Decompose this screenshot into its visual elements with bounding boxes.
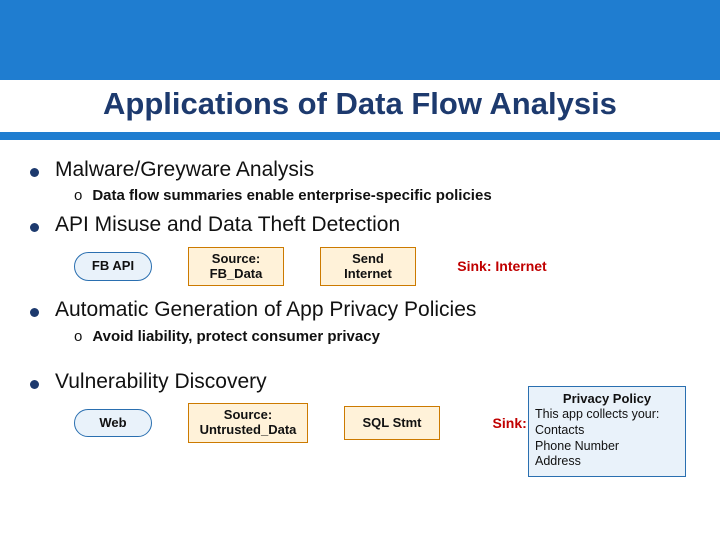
- flow-node-action: Send Internet: [320, 247, 416, 287]
- sub-text: Data flow summaries enable enterprise-sp…: [92, 187, 491, 204]
- flow-node-source: Source: FB_Data: [188, 247, 284, 287]
- sub-bullet-mark: o: [74, 187, 82, 205]
- slide-content: Malware/Greyware Analysis o Data flow su…: [0, 150, 720, 453]
- privacy-policy-line: This app collects your:: [535, 407, 679, 423]
- flow-diagram: FB API Source: FB_Data Send Internet Sin…: [74, 247, 690, 287]
- bullet-text: Vulnerability Discovery: [55, 368, 267, 395]
- privacy-policy-box: Privacy Policy This app collects your: C…: [528, 386, 686, 477]
- slide-title: Applications of Data Flow Analysis: [0, 80, 720, 132]
- bullet-item: Automatic Generation of App Privacy Poli…: [30, 296, 690, 323]
- sub-item: o Data flow summaries enable enterprise-…: [74, 187, 690, 205]
- privacy-policy-line: Address: [535, 454, 679, 470]
- bullet-dot: [30, 380, 39, 389]
- bullet-dot: [30, 223, 39, 232]
- sub-bullet-mark: o: [74, 328, 82, 346]
- privacy-policy-line: Contacts: [535, 423, 679, 439]
- sub-item: o Avoid liability, protect consumer priv…: [74, 328, 690, 346]
- bullet-text: Malware/Greyware Analysis: [55, 156, 314, 183]
- bullet-dot: [30, 168, 39, 177]
- flow-node-action: SQL Stmt: [344, 406, 440, 440]
- flow-node-source-label: FB API: [74, 252, 152, 281]
- bullet-dot: [30, 308, 39, 317]
- flow-node-source-label: Web: [74, 409, 152, 438]
- flow-node-sink: Sink: Internet: [452, 258, 552, 274]
- bullet-text: Automatic Generation of App Privacy Poli…: [55, 296, 476, 323]
- bullet-item: Malware/Greyware Analysis: [30, 156, 690, 183]
- bullet-item: API Misuse and Data Theft Detection: [30, 211, 690, 238]
- privacy-policy-title: Privacy Policy: [535, 391, 679, 407]
- privacy-policy-line: Phone Number: [535, 439, 679, 455]
- bullet-text: API Misuse and Data Theft Detection: [55, 211, 400, 238]
- flow-node-source: Source: Untrusted_Data: [188, 403, 308, 443]
- sub-text: Avoid liability, protect consumer privac…: [92, 328, 380, 345]
